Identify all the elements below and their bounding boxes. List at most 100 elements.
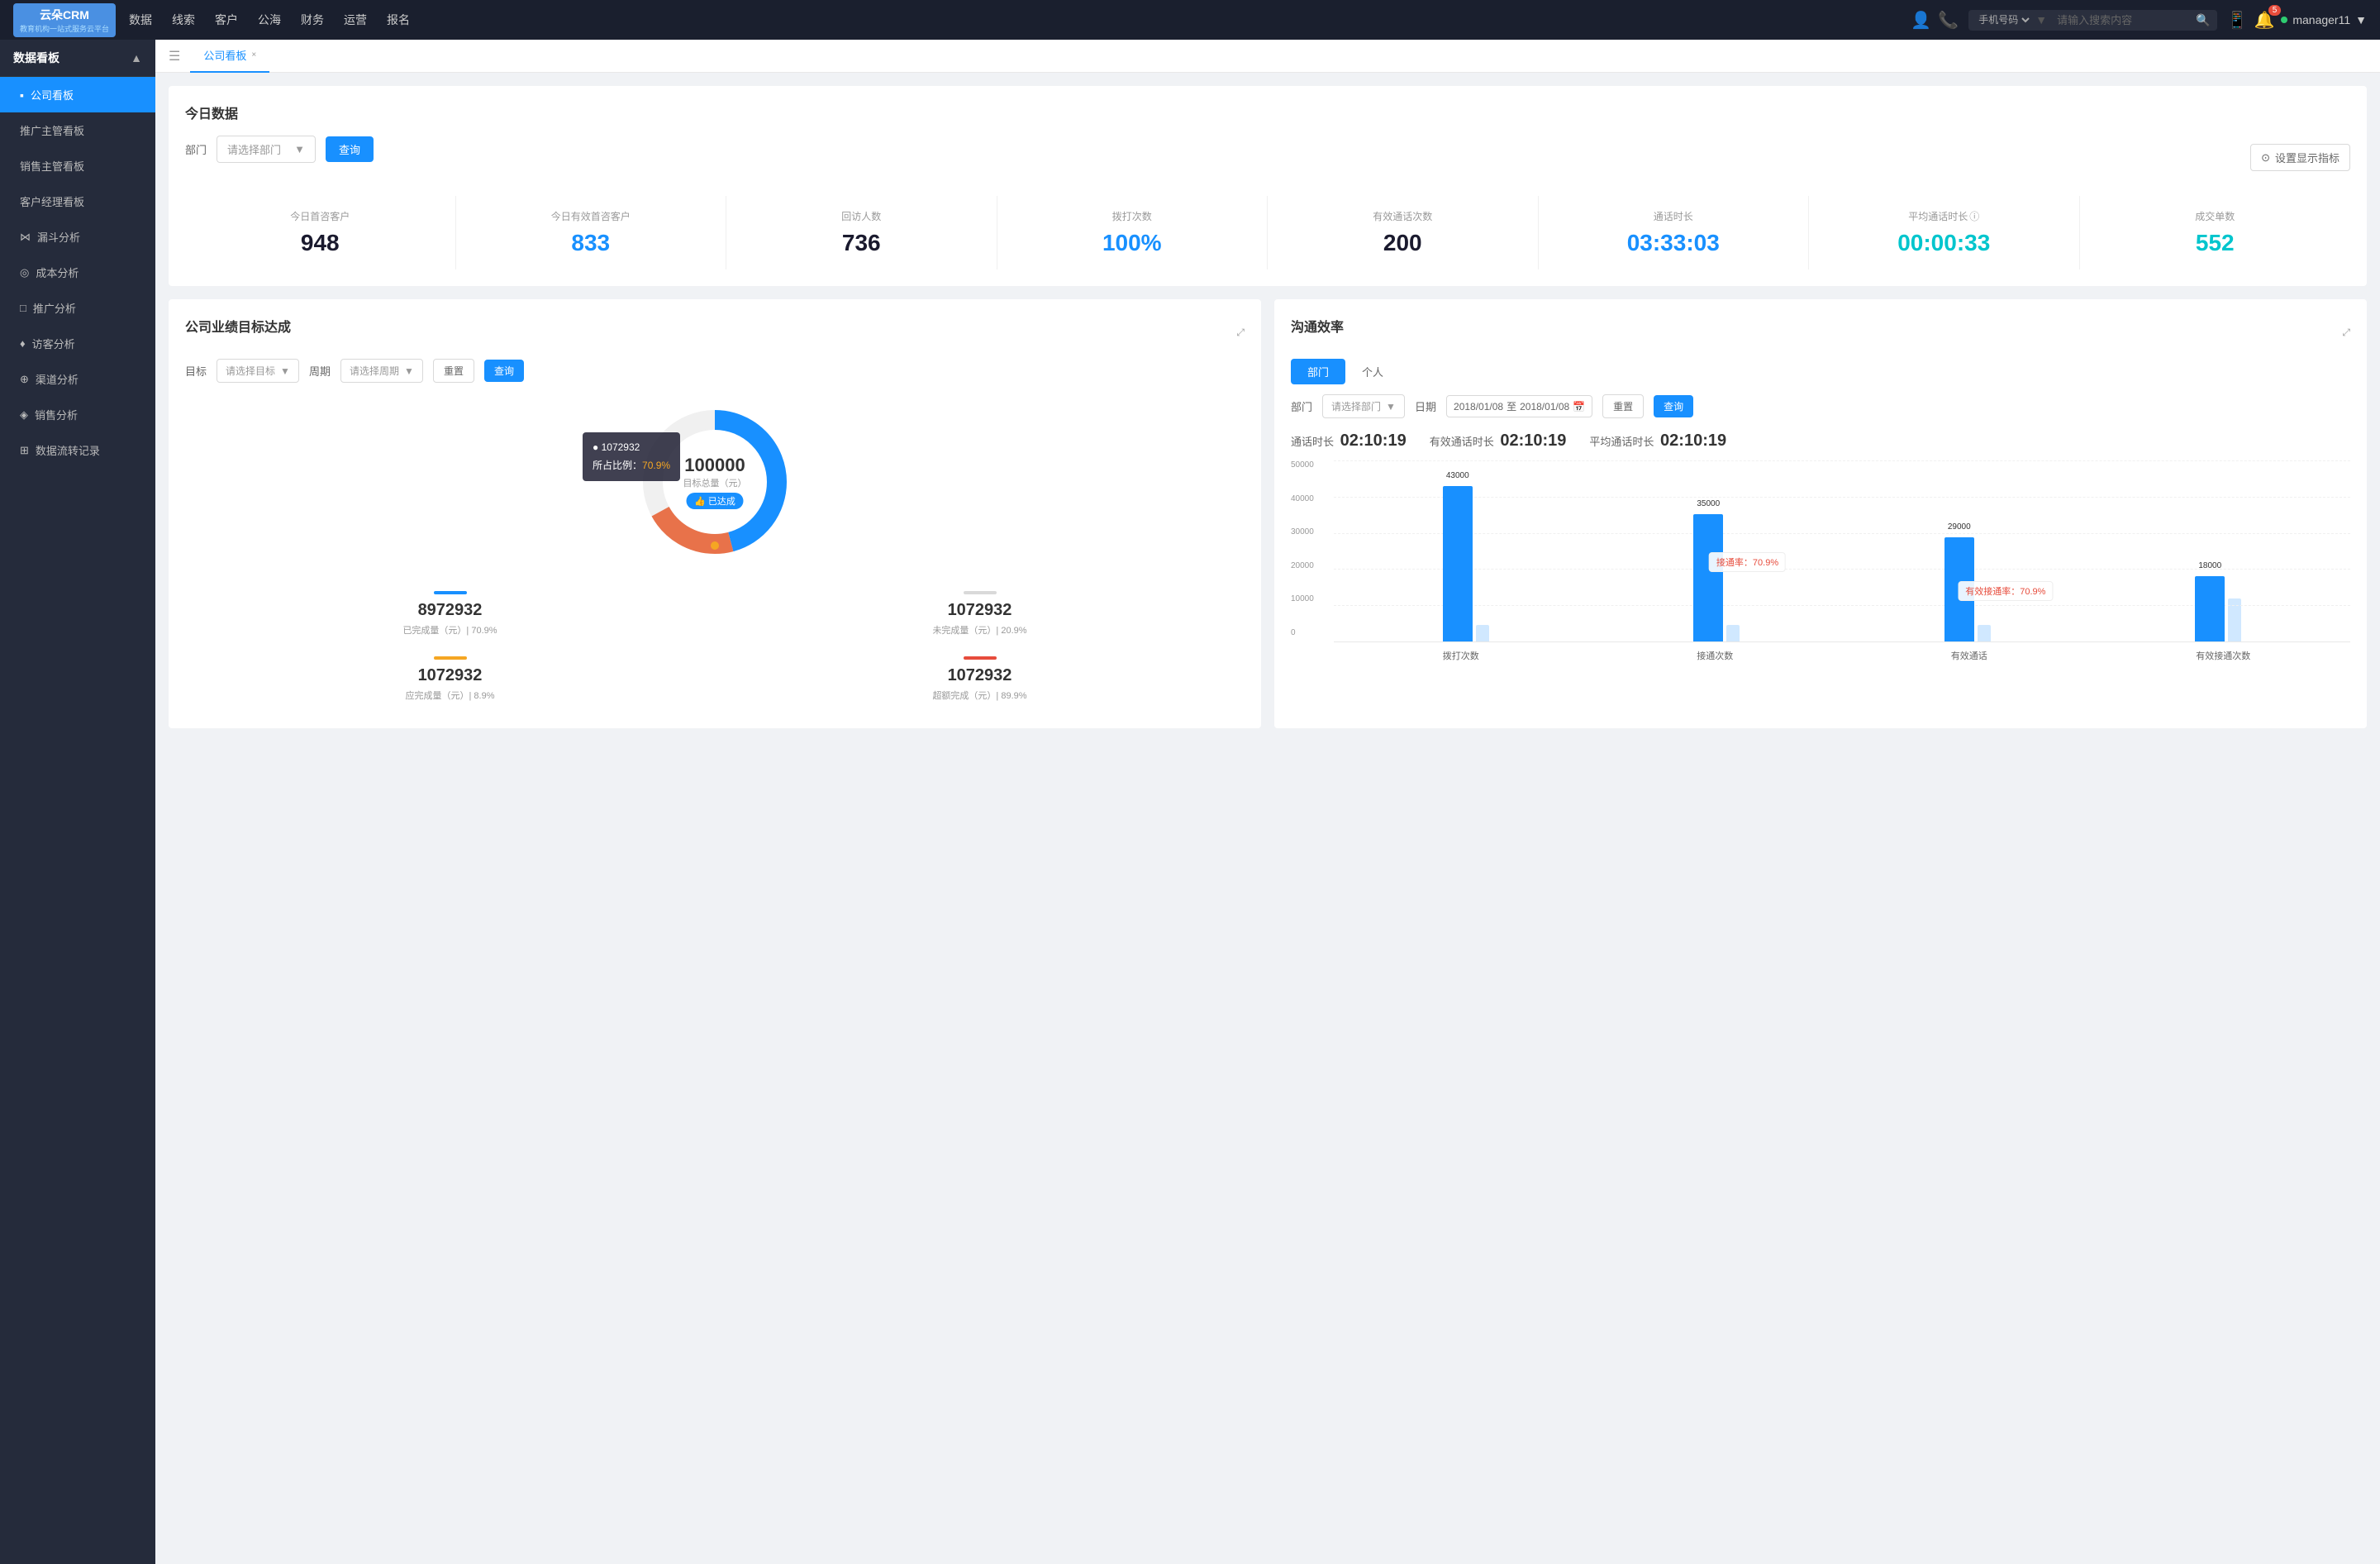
sidebar-item-funnel[interactable]: ⋈ 漏斗分析 <box>0 219 155 255</box>
bar-label-18000: 18000 <box>2198 561 2221 570</box>
sidebar-item-sales-analysis[interactable]: ◈ 销售分析 <box>0 397 155 432</box>
sidebar-item-label: 销售分析 <box>35 407 78 422</box>
stat-effective-calls: 有效通话次数 200 <box>1268 196 1539 269</box>
x-axis-labels: 拨打次数 接通次数 有效通话 有效接通次数 <box>1334 649 2350 662</box>
bar-light-effective <box>1978 625 1991 641</box>
period-label: 周期 <box>309 363 331 379</box>
eff-reset-btn[interactable]: 重置 <box>1602 394 1644 418</box>
eff-call-time-val: 02:10:19 <box>1340 432 1407 450</box>
eff-avg: 平均通话时长 02:10:19 <box>1589 432 1730 451</box>
avg-duration-help-icon[interactable]: ⓘ <box>1969 209 1979 223</box>
target-stat-label: 超额完成（元）| 89.9% <box>725 689 1235 702</box>
chart-bars: 43000 接通率：70.9% 350 <box>1334 460 2350 642</box>
bar-red-exceeded <box>964 656 997 660</box>
bar-group-dial: 43000 <box>1340 486 1592 641</box>
eff-dept-select[interactable]: 请选择部门 ▼ <box>1322 394 1405 418</box>
sidebar-item-cost[interactable]: ◎ 成本分析 <box>0 255 155 290</box>
profile-icon[interactable]: 👤 <box>1911 10 1931 31</box>
notification-icon[interactable]: 🔔 5 <box>2254 10 2274 31</box>
target-select[interactable]: 请选择目标 ▼ <box>217 359 299 383</box>
settings-btn[interactable]: ⊙ 设置显示指标 <box>2250 144 2350 171</box>
chart-body: 43000 接通率：70.9% 350 <box>1334 460 2350 662</box>
x-label-effective: 有效通话 <box>1842 649 2097 662</box>
stat-valid-consult: 今日有效首咨客户 833 <box>456 196 727 269</box>
eff-effective-label: 有效通话时长 <box>1430 436 1494 448</box>
sidebar-item-promo-manager[interactable]: 推广主管看板 <box>0 112 155 148</box>
cost-icon: ◎ <box>20 266 29 279</box>
today-query-btn[interactable]: 查询 <box>326 136 374 162</box>
stat-label: 通话时长 <box>1545 209 1802 223</box>
sidebar-item-label: 访客分析 <box>32 336 75 351</box>
tab-close-icon[interactable]: × <box>251 50 256 60</box>
sidebar-item-company-board[interactable]: ▪ 公司看板 <box>0 77 155 112</box>
bar-group-connect: 接通率：70.9% 35000 <box>1592 514 1843 641</box>
nav-operations[interactable]: 运营 <box>344 8 367 31</box>
nav-public[interactable]: 公海 <box>258 8 281 31</box>
stat-first-consult: 今日首咨客户 948 <box>185 196 456 269</box>
sidebar-item-sales-manager[interactable]: 销售主管看板 <box>0 148 155 184</box>
search-input[interactable] <box>2057 14 2189 26</box>
channel-icon: ⊕ <box>20 373 29 386</box>
user-info[interactable]: manager11 ▼ <box>2281 13 2367 26</box>
username: manager11 <box>2292 13 2350 26</box>
target-stat-label: 已完成量（元）| 70.9% <box>195 623 705 637</box>
date-separator: 至 <box>1507 399 1516 413</box>
tab-personal[interactable]: 个人 <box>1345 359 1400 384</box>
efficiency-card: 沟通效率 ⤢ 部门 个人 部门 请选择部门 ▼ 日期 <box>1274 299 2367 728</box>
donut-center-label: 目标总量（元） <box>683 476 747 489</box>
eff-filter-row: 部门 请选择部门 ▼ 日期 2018/01/08 至 2018/01/08 📅 … <box>1291 394 2350 418</box>
stat-value: 00:00:33 <box>1816 230 2073 256</box>
user-dropdown-icon[interactable]: ▼ <box>2355 13 2367 26</box>
nav-finance[interactable]: 财务 <box>301 8 324 31</box>
today-data-title: 今日数据 <box>185 103 2350 122</box>
target-stat-exceeded: 1072932 超额完成（元）| 89.9% <box>715 646 1245 712</box>
sidebar-item-visitor[interactable]: ♦ 访客分析 <box>0 326 155 361</box>
x-label-dial: 拨打次数 <box>1334 649 1588 662</box>
nav-register[interactable]: 报名 <box>387 8 410 31</box>
calendar-icon[interactable]: 📅 <box>1573 401 1585 412</box>
stat-value: 200 <box>1274 230 1531 256</box>
sidebar-toggle-icon[interactable]: ☰ <box>169 48 180 64</box>
sidebar-item-label: 漏斗分析 <box>37 229 80 245</box>
sidebar-expand-icon[interactable]: ▲ <box>131 51 142 64</box>
donut-center-badge: 👍 已达成 <box>686 493 744 509</box>
notification-badge: 5 <box>2268 5 2282 16</box>
grid-line-40000 <box>1334 497 2350 498</box>
eff-effective: 有效通话时长 02:10:19 <box>1430 432 1570 451</box>
dept-label: 部门 <box>185 141 207 157</box>
sidebar-item-label: 销售主管看板 <box>20 158 84 174</box>
bar-blue-connect <box>1693 514 1723 641</box>
phone-icon[interactable]: 📞 <box>1938 10 1959 31</box>
stat-value: 833 <box>463 230 720 256</box>
period-select[interactable]: 请选择周期 ▼ <box>340 359 423 383</box>
sidebar-item-label: 客户经理看板 <box>20 193 84 209</box>
eff-query-btn[interactable]: 查询 <box>1654 395 1693 417</box>
sidebar-item-data-flow[interactable]: ⊞ 数据流转记录 <box>0 432 155 468</box>
bar-label-29000: 29000 <box>1948 522 1971 532</box>
target-dropdown-icon: ▼ <box>280 365 290 377</box>
target-stat-label: 应完成量（元）| 8.9% <box>195 689 705 702</box>
effective-rate-annotation: 有效接通率：70.9% <box>1958 581 2053 601</box>
sidebar-item-channel[interactable]: ⊕ 渠道分析 <box>0 361 155 397</box>
stat-avg-duration: 平均通话时长ⓘ 00:00:33 <box>1809 196 2080 269</box>
date-range[interactable]: 2018/01/08 至 2018/01/08 📅 <box>1446 395 1592 417</box>
sidebar-item-account-manager[interactable]: 客户经理看板 <box>0 184 155 219</box>
nav-leads[interactable]: 线索 <box>172 8 195 31</box>
target-query-btn[interactable]: 查询 <box>484 360 524 382</box>
stat-label: 回访人数 <box>733 209 990 223</box>
nav-customers[interactable]: 客户 <box>215 8 238 31</box>
efficiency-expand-icon[interactable]: ⤢ <box>2342 327 2350 339</box>
search-icon[interactable]: 🔍 <box>2196 13 2210 27</box>
top-nav: 云朵CRM 教育机构一站式服务云平台 数据 线索 客户 公海 财务 运营 报名 … <box>0 0 2380 40</box>
donut-center: 100000 目标总量（元） 👍 已达成 <box>683 455 747 509</box>
target-reset-btn[interactable]: 重置 <box>433 359 474 383</box>
dept-select[interactable]: 请选择部门 ▼ <box>217 136 316 163</box>
search-type-select[interactable]: 手机号码 <box>1975 13 2032 26</box>
nav-data[interactable]: 数据 <box>129 8 152 31</box>
sidebar-item-promo-analysis[interactable]: □ 推广分析 <box>0 290 155 326</box>
tablet-icon[interactable]: 📱 <box>2227 10 2248 31</box>
expand-icon[interactable]: ⤢ <box>1236 327 1245 339</box>
tab-company-board[interactable]: 公司看板 × <box>190 40 269 73</box>
y-label-0: 0 <box>1291 628 1330 637</box>
tab-dept[interactable]: 部门 <box>1291 359 1345 384</box>
